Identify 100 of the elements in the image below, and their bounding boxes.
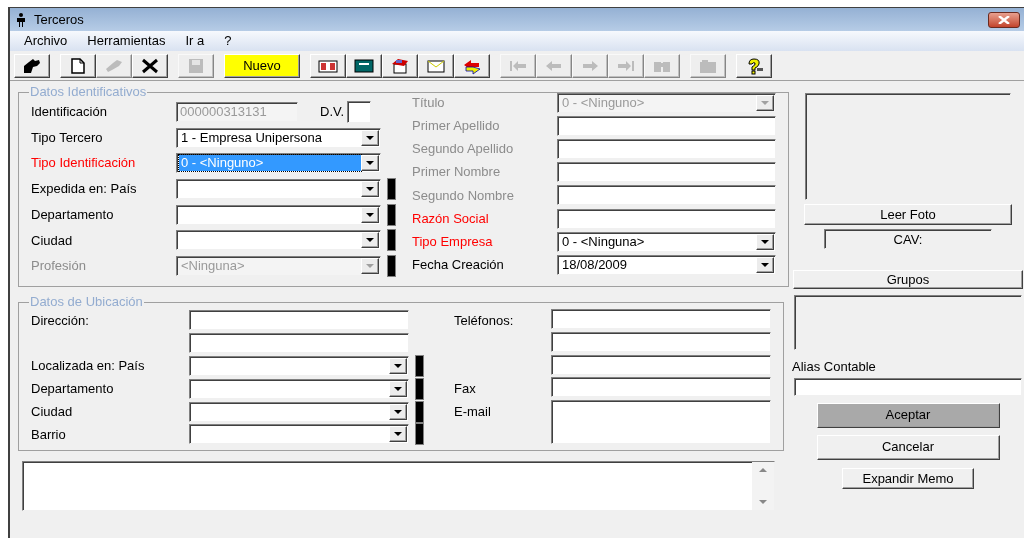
caret-icon — [366, 238, 374, 243]
field-label: Departamento — [31, 380, 115, 399]
dropdown-value: 18/08/2009 — [561, 256, 629, 273]
text-field[interactable] — [551, 377, 771, 398]
dropdown-arrow-button[interactable] — [389, 403, 407, 420]
field-label: Fax — [454, 380, 477, 399]
caret-icon — [394, 409, 402, 414]
dropdown-arrow-button[interactable] — [361, 206, 379, 223]
lookup-button[interactable] — [415, 400, 424, 423]
field-label: Título — [412, 93, 446, 112]
field-label: Expedida en: País — [31, 180, 138, 199]
caret-icon — [366, 212, 374, 217]
dialog-button[interactable]: Cancelar — [816, 434, 1000, 460]
new-record-label[interactable]: Nuevo — [224, 53, 300, 78]
caret-icon — [761, 262, 769, 267]
dropdown-value: 1 - Empresa Unipersona — [180, 129, 323, 146]
lookup-button[interactable] — [387, 254, 396, 277]
lookup-button[interactable] — [387, 203, 396, 226]
dialog-button[interactable]: Aceptar — [816, 402, 1000, 428]
toolbar-button[interactable] — [14, 53, 50, 78]
toolbar-button[interactable] — [60, 53, 96, 78]
field-label: Dirección: — [31, 311, 90, 330]
dropdown-arrow-button[interactable] — [361, 232, 379, 249]
menu-item[interactable]: ? — [224, 31, 232, 51]
dropdown-arrow-button[interactable] — [389, 358, 407, 374]
section-title: Datos de Ubicación — [29, 295, 144, 309]
dropdown-arrow-button[interactable] — [756, 256, 774, 273]
caret-icon — [394, 364, 402, 368]
text-field[interactable] — [557, 138, 776, 159]
read-photo-button[interactable]: Leer Foto — [804, 204, 1012, 225]
field-label: Tipo Empresa — [412, 232, 494, 251]
text-field[interactable] — [189, 310, 409, 331]
expand-memo-button[interactable]: Expandir Memo — [842, 467, 974, 489]
dropdown-field[interactable] — [176, 230, 381, 251]
field-label: Razón Social — [412, 209, 490, 228]
field-label: Segundo Apellido — [412, 140, 515, 159]
text-field[interactable] — [557, 208, 776, 229]
memo-area[interactable] — [22, 461, 775, 511]
text-field[interactable] — [189, 333, 409, 354]
caret-icon — [366, 161, 374, 166]
field-label: Localizada en: País — [31, 357, 146, 376]
text-field[interactable] — [551, 354, 771, 375]
field-label: Profesión — [31, 257, 87, 276]
dropdown-arrow-button[interactable] — [389, 380, 407, 397]
dropdown-field[interactable] — [176, 204, 381, 225]
toolbar-button[interactable] — [736, 53, 772, 78]
text-field[interactable] — [557, 115, 776, 136]
toolbar-button[interactable] — [382, 53, 418, 78]
dropdown-field[interactable]: 1 - Empresa Unipersona — [176, 127, 381, 148]
toolbar-button[interactable] — [454, 53, 490, 78]
dropdown-field[interactable] — [189, 401, 409, 422]
menu-item[interactable]: Archivo — [24, 31, 68, 51]
toolbar-button[interactable] — [346, 53, 382, 78]
dropdown-field[interactable] — [189, 424, 409, 445]
dropdown-field[interactable]: 0 - <Ninguna> — [557, 231, 776, 252]
field-label: Tipo Identificación — [31, 154, 137, 173]
delete-icon — [139, 56, 161, 75]
scroll-down-icon[interactable] — [759, 500, 767, 504]
text-field[interactable] — [551, 309, 771, 329]
lookup-button[interactable] — [415, 423, 424, 446]
text-field[interactable] — [557, 162, 776, 183]
dropdown-value: <Ninguna> — [180, 257, 246, 274]
dropdown-field[interactable] — [176, 178, 381, 199]
alias-field[interactable] — [794, 377, 1022, 396]
person-icon — [16, 12, 26, 27]
field-label: Segundo Nombre — [412, 186, 515, 205]
toolbar-button[interactable] — [310, 53, 346, 78]
dropdown-arrow-button[interactable] — [756, 233, 774, 250]
text-field[interactable] — [347, 100, 372, 123]
dropdown-arrow-button[interactable] — [361, 129, 379, 146]
menu-item[interactable]: Ir a — [185, 31, 205, 51]
groups-button[interactable]: Grupos — [793, 270, 1023, 289]
field-label: Fecha Creación — [412, 256, 505, 275]
toolbar-button[interactable] — [132, 53, 168, 78]
close-button[interactable] — [988, 11, 1020, 28]
menu-item[interactable]: Herramientas — [87, 31, 166, 51]
dropdown-value: 0 - <Ninguno> — [561, 94, 646, 111]
dropdown-field[interactable] — [189, 378, 409, 399]
section-title: Datos Identificativos — [29, 85, 148, 99]
window-title: Terceros — [34, 10, 84, 29]
field-value: 000000313131 — [180, 103, 267, 122]
field-label: Teléfonos: — [454, 312, 515, 330]
dropdown-arrow-button[interactable] — [361, 180, 379, 197]
lookup-button[interactable] — [387, 229, 396, 252]
dropdown-value: 0 - <Ninguno> — [179, 155, 361, 172]
caret-icon — [366, 186, 374, 191]
scroll-up-icon[interactable] — [759, 468, 767, 472]
dropdown-field[interactable]: 18/08/2009 — [557, 254, 776, 275]
text-field[interactable] — [557, 185, 776, 206]
lookup-button[interactable] — [415, 377, 424, 400]
toolbar-button[interactable] — [418, 53, 454, 78]
dropdown-arrow-button[interactable] — [389, 426, 407, 443]
caret-icon — [366, 135, 374, 140]
text-area[interactable] — [551, 400, 771, 445]
text-field[interactable] — [551, 331, 771, 352]
dropdown-arrow-button[interactable] — [361, 155, 379, 172]
cav-label: CAV: — [893, 231, 923, 248]
lookup-button[interactable] — [387, 177, 396, 200]
field-label: Tipo Tercero — [31, 128, 104, 147]
dropdown-field[interactable] — [189, 356, 409, 376]
